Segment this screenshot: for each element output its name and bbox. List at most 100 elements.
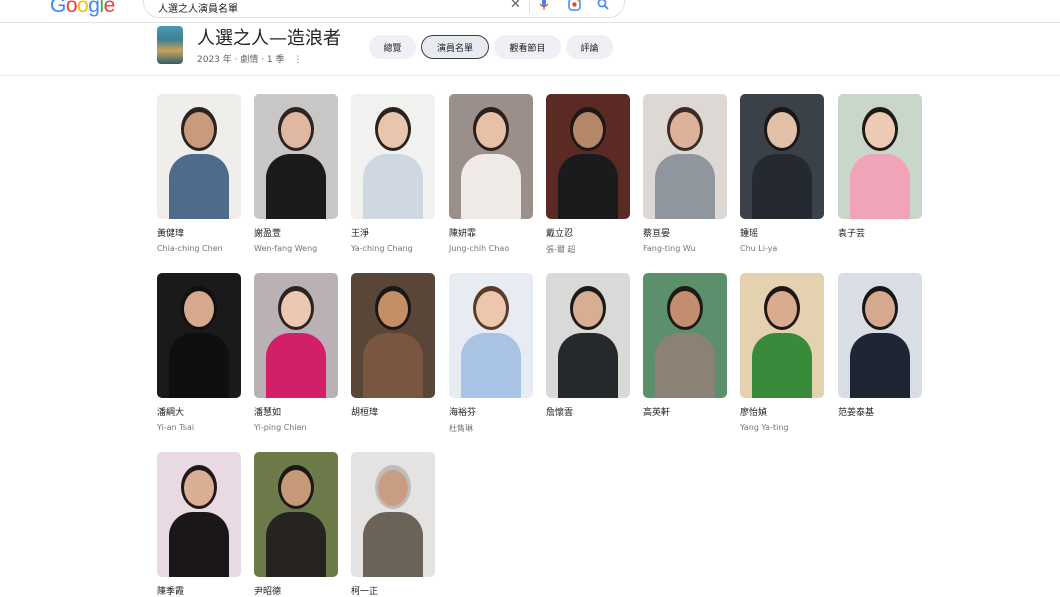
tab-overview[interactable]: 總覽 [369, 35, 416, 59]
cast-photo[interactable] [838, 273, 922, 398]
cast-name[interactable]: 范姜泰基 [838, 405, 922, 418]
search-icon[interactable] [597, 0, 609, 14]
show-poster[interactable] [157, 26, 183, 64]
cast-name[interactable]: 詹懷雲 [546, 405, 630, 418]
cast-photo[interactable] [351, 273, 435, 398]
photo-face [281, 291, 311, 327]
show-meta: 2023 年 · 劇情 · 1 季 ⋮ [197, 52, 302, 65]
clear-icon[interactable]: ✕ [510, 0, 521, 12]
photo-face [573, 291, 603, 327]
photo-face [184, 470, 214, 506]
cast-card[interactable]: 潘慧如 Yi-ping Chien [254, 273, 338, 432]
cast-photo[interactable] [449, 94, 533, 219]
search-divider [529, 1, 530, 13]
photo-body [752, 333, 812, 398]
more-options-icon[interactable]: ⋮ [293, 55, 302, 65]
cast-card[interactable]: 陳季霞 [157, 452, 241, 597]
cast-name[interactable]: 袁子芸 [838, 226, 922, 239]
cast-role: Wen-fang Weng [254, 244, 318, 253]
photo-face [378, 112, 408, 148]
cast-photo[interactable] [546, 94, 630, 219]
tab-cast[interactable]: 演員名單 [421, 35, 489, 59]
photo-body [169, 512, 229, 577]
photo-body [850, 333, 910, 398]
cast-card[interactable]: 袁子芸 [838, 94, 922, 239]
cast-photo[interactable] [254, 273, 338, 398]
photo-body [169, 333, 229, 398]
photo-body [655, 154, 715, 219]
logo-letter: o [77, 0, 89, 17]
cast-role: Yi-ping Chien [254, 423, 307, 432]
photo-body [363, 512, 423, 577]
cast-name[interactable]: 鍾瑶 [740, 226, 824, 239]
cast-photo[interactable] [838, 94, 922, 219]
search-box[interactable]: 人選之人演員名單 ✕ [143, 0, 625, 18]
tab-reviews[interactable]: 評論 [566, 35, 613, 59]
lens-icon[interactable] [568, 0, 581, 15]
tab-watch[interactable]: 觀看節目 [494, 35, 561, 59]
show-meta-text: 2023 年 · 劇情 · 1 季 [197, 55, 285, 65]
cast-card[interactable]: 王淨 Ya-ching Chang [351, 94, 435, 253]
cast-name[interactable]: 潘綱大 [157, 405, 241, 418]
photo-face [281, 470, 311, 506]
cast-card[interactable]: 蔡亘晏 Fang-ting Wu [643, 94, 727, 253]
cast-name[interactable]: 謝盈萱 [254, 226, 338, 239]
cast-name[interactable]: 高英軒 [643, 405, 727, 418]
cast-photo[interactable] [157, 452, 241, 577]
photo-body [266, 333, 326, 398]
logo-letter: g [88, 0, 100, 17]
top-bar: Google 人選之人演員名單 ✕ [0, 0, 1060, 23]
cast-name[interactable]: 黃健瑋 [157, 226, 241, 239]
cast-name[interactable]: 廖怡媜 [740, 405, 824, 418]
cast-name[interactable]: 蔡亘晏 [643, 226, 727, 239]
cast-photo[interactable] [351, 94, 435, 219]
cast-name[interactable]: 陳妍霏 [449, 226, 533, 239]
cast-card[interactable]: 詹懷雲 [546, 273, 630, 418]
photo-body [169, 154, 229, 219]
cast-photo[interactable] [449, 273, 533, 398]
cast-photo[interactable] [157, 273, 241, 398]
cast-card[interactable]: 范姜泰基 [838, 273, 922, 418]
cast-photo[interactable] [643, 94, 727, 219]
cast-card[interactable]: 柯一正 [351, 452, 435, 597]
photo-body [266, 154, 326, 219]
cast-name[interactable]: 胡桓瑋 [351, 405, 435, 418]
cast-photo[interactable] [740, 94, 824, 219]
google-logo[interactable]: Google [50, 0, 115, 18]
cast-name[interactable]: 柯一正 [351, 584, 435, 597]
show-title: 人選之人—造浪者 [197, 28, 341, 49]
microphone-icon[interactable] [539, 0, 549, 15]
cast-photo[interactable] [254, 94, 338, 219]
photo-body [266, 512, 326, 577]
cast-card[interactable]: 海裕芬 杜雋琳 [449, 273, 533, 434]
cast-photo[interactable] [546, 273, 630, 398]
search-input[interactable]: 人選之人演員名單 [158, 0, 238, 15]
cast-card[interactable]: 黃健瑋 Chia-ching Chen [157, 94, 241, 253]
cast-name[interactable]: 陳季霞 [157, 584, 241, 597]
cast-name[interactable]: 王淨 [351, 226, 435, 239]
cast-photo[interactable] [351, 452, 435, 577]
cast-card[interactable]: 潘綱大 Yi-an Tsai [157, 273, 241, 432]
cast-card[interactable]: 謝盈萱 Wen-fang Weng [254, 94, 338, 253]
cast-card[interactable]: 廖怡媜 Yang Ya-ting [740, 273, 824, 432]
cast-name[interactable]: 戴立忍 [546, 226, 630, 239]
cast-name[interactable]: 潘慧如 [254, 405, 338, 418]
photo-face [184, 291, 214, 327]
cast-photo[interactable] [643, 273, 727, 398]
photo-face [476, 291, 506, 327]
cast-card[interactable]: 高英軒 [643, 273, 727, 418]
cast-name[interactable]: 海裕芬 [449, 405, 533, 418]
cast-role: Yi-an Tsai [157, 423, 195, 432]
cast-card[interactable]: 尹昭德 [254, 452, 338, 597]
cast-card[interactable]: 鍾瑶 Chu Li-ya [740, 94, 824, 253]
cast-role: Fang-ting Wu [643, 244, 696, 253]
cast-card[interactable]: 陳妍霏 Jung-chih Chao [449, 94, 533, 253]
cast-role: 杜雋琳 [449, 424, 473, 433]
cast-name[interactable]: 尹昭德 [254, 584, 338, 597]
logo-letter: o [65, 0, 78, 17]
cast-card[interactable]: 戴立忍 張-爾 超 [546, 94, 630, 255]
cast-photo[interactable] [254, 452, 338, 577]
cast-photo[interactable] [157, 94, 241, 219]
cast-photo[interactable] [740, 273, 824, 398]
cast-card[interactable]: 胡桓瑋 [351, 273, 435, 418]
